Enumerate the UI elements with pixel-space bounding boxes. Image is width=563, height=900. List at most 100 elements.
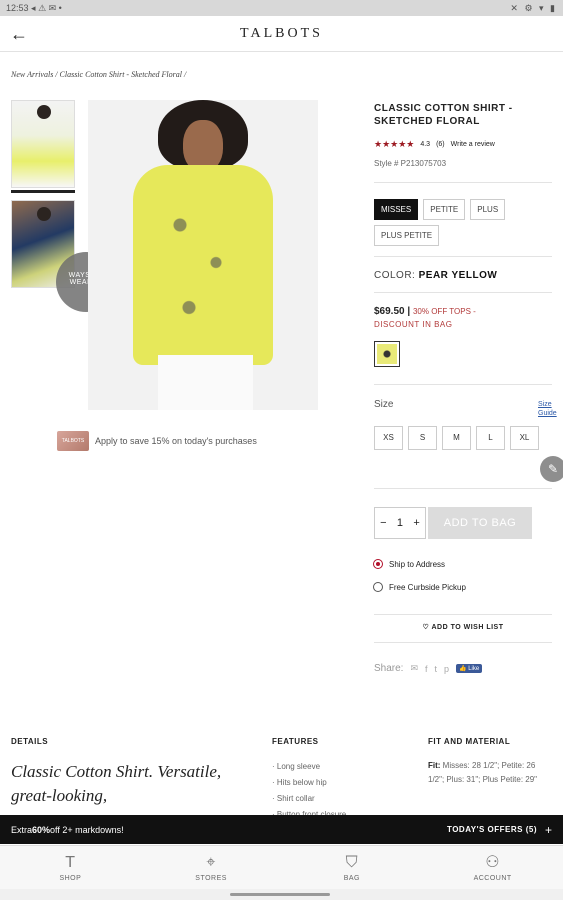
qty-minus-button[interactable]: − — [380, 517, 386, 529]
heart-icon: ♡ — [422, 624, 430, 631]
radio-icon[interactable] — [373, 582, 383, 592]
tab-stores[interactable]: ⌖ STORES — [141, 846, 282, 889]
share-label: Share: — [374, 663, 404, 674]
discount-note: DISCOUNT IN BAG — [374, 320, 453, 329]
tab-bag[interactable]: ⛉ BAG — [282, 846, 423, 889]
size-option-s[interactable]: S — [408, 426, 437, 450]
color-value: PEAR YELLOW — [418, 270, 498, 281]
pinterest-icon[interactable]: p — [444, 664, 449, 674]
card-promo[interactable]: TALBOTS Apply to save 15% on today's pur… — [57, 431, 257, 451]
divider — [374, 384, 552, 385]
location-pin-icon: ⌖ — [206, 853, 216, 871]
product-hero-image[interactable] — [88, 100, 318, 410]
back-arrow-icon[interactable]: ← — [10, 24, 30, 44]
thumbnail-figure-head — [37, 105, 51, 119]
size-option-m[interactable]: M — [442, 426, 471, 450]
color-swatch[interactable] — [374, 341, 400, 367]
fit-material-text: Fit: Misses: 28 1/2"; Petite: 26 1/2"; P… — [428, 759, 552, 787]
qty-value[interactable]: 1 — [397, 517, 403, 529]
shop-icon: T — [65, 853, 76, 871]
bottom-tab-bar: T SHOP ⌖ STORES ⛉ BAG ⚇ ACCOUNT — [0, 845, 563, 889]
person-icon: ⚇ — [485, 853, 501, 871]
price: $69.50 — [374, 306, 405, 317]
swatch-pattern — [377, 344, 397, 364]
tab-account-label: ACCOUNT — [473, 874, 512, 882]
offers-bold: 60% — [32, 824, 51, 835]
offers-suffix: off 2+ markdowns! — [50, 824, 124, 835]
tab-shop-label: SHOP — [59, 874, 82, 882]
rating-value: 4.3 — [420, 141, 431, 148]
fit-option-petite[interactable]: PETITE — [423, 199, 466, 220]
divider — [374, 292, 552, 293]
details-heading: DETAILS — [11, 737, 49, 746]
app-bar: ← TALBOTS — [0, 16, 563, 52]
features-list: · Long sleeve · Hits below hip · Shirt c… — [272, 759, 346, 823]
fit-option-plus-petite[interactable]: PLUS PETITE — [374, 225, 440, 246]
status-right-icons: ✕ ⚙ ▾ ▮ — [510, 2, 557, 13]
fit-label: Fit: — [428, 761, 441, 770]
details-text: Classic Cotton Shirt. Versatile, great-l… — [11, 762, 222, 805]
product-title: CLASSIC COTTON SHIRT - SKETCHED FLORAL — [374, 103, 513, 127]
card-promo-text: Apply to save 15% on today's purchases — [95, 436, 257, 446]
curbside-pickup-option[interactable]: Free Curbside Pickup — [373, 582, 466, 592]
offers-prefix: Extra — [11, 824, 33, 835]
plus-icon[interactable]: + — [545, 823, 552, 837]
ship-to-address-option[interactable]: Ship to Address — [373, 559, 445, 569]
email-icon[interactable]: ✉ — [410, 663, 418, 674]
curbside-pickup-label: Free Curbside Pickup — [389, 582, 466, 592]
review-count[interactable]: (6) — [436, 141, 445, 148]
status-time: 12:53 — [6, 3, 29, 13]
add-to-bag-button[interactable]: ADD TO BAG — [428, 507, 532, 539]
fit-option-plus[interactable]: PLUS — [470, 199, 506, 220]
star-rating-icon: ★★★★★ — [374, 139, 415, 149]
size-option-l[interactable]: L — [476, 426, 505, 450]
model-pants — [158, 355, 253, 410]
tab-bag-label: BAG — [343, 874, 361, 882]
quantity-stepper: − 1 + — [374, 507, 426, 539]
offers-banner[interactable]: Extra 60% off 2+ markdowns! TODAY'S OFFE… — [0, 815, 563, 844]
rating-row: ★★★★★ 4.3 (6) Write a review — [374, 139, 554, 150]
share-row: Share: ✉ f t p 👍 Like — [374, 663, 483, 674]
features-heading: FEATURES — [272, 737, 319, 746]
facebook-icon[interactable]: f — [425, 664, 428, 674]
size-option-xl[interactable]: XL — [510, 426, 539, 450]
fit-option-misses[interactable]: MISSES — [374, 199, 419, 220]
gallery-thumbnail-1[interactable] — [11, 100, 75, 188]
wish-list-label: ADD TO WISH LIST — [431, 624, 504, 631]
feature-item: · Long sleeve — [272, 762, 321, 771]
tab-shop[interactable]: T SHOP — [0, 846, 141, 889]
ship-to-address-label: Ship to Address — [389, 559, 446, 569]
pencil-icon[interactable]: ✎ — [540, 456, 563, 482]
tab-account[interactable]: ⚇ ACCOUNT — [422, 846, 563, 889]
fit-options: MISSES PETITE PLUS PLUS PETITE — [374, 199, 552, 246]
divider — [374, 256, 552, 257]
add-to-wish-list-button[interactable]: ♡ ADD TO WISH LIST — [374, 623, 552, 631]
qty-plus-button[interactable]: + — [413, 517, 419, 529]
feature-item: · Hits below hip — [272, 778, 327, 787]
size-option-xs[interactable]: XS — [374, 426, 403, 450]
price-row: $69.50 | 30% OFF TOPS - — [374, 306, 554, 317]
twitter-icon[interactable]: t — [435, 664, 438, 674]
color-row: COLOR: PEAR YELLOW — [374, 270, 554, 281]
write-review-link[interactable]: Write a review — [451, 141, 495, 148]
radio-selected-icon[interactable] — [373, 559, 383, 569]
size-label: Size — [374, 399, 394, 410]
system-nav-bar — [0, 889, 563, 900]
price-separator: | — [407, 306, 411, 317]
facebook-like-button[interactable]: 👍 Like — [456, 664, 483, 673]
price-discount: 30% OFF TOPS - — [412, 307, 476, 316]
thumbnail-selected-indicator — [11, 190, 75, 193]
divider — [374, 614, 552, 615]
todays-offers-link[interactable]: TODAY'S OFFERS (5) — [447, 825, 537, 834]
divider — [374, 182, 552, 183]
status-icons: ◂ ⚠ ✉ • — [31, 2, 62, 13]
breadcrumb[interactable]: New Arrivals / Classic Cotton Shirt - Sk… — [11, 70, 186, 79]
fit-text: Misses: 28 1/2"; Petite: 26 1/2"; Plus: … — [428, 761, 538, 784]
thumbnail-figure-head — [37, 207, 51, 221]
size-guide-link[interactable]: Size Guide — [538, 400, 563, 418]
divider — [374, 488, 552, 489]
bag-icon: ⛉ — [345, 853, 359, 871]
brand-logo: TALBOTS — [240, 25, 323, 41]
status-bar: 12:53 ◂ ⚠ ✉ • ✕ ⚙ ▾ ▮ — [0, 0, 563, 16]
model-shirt — [133, 165, 273, 365]
